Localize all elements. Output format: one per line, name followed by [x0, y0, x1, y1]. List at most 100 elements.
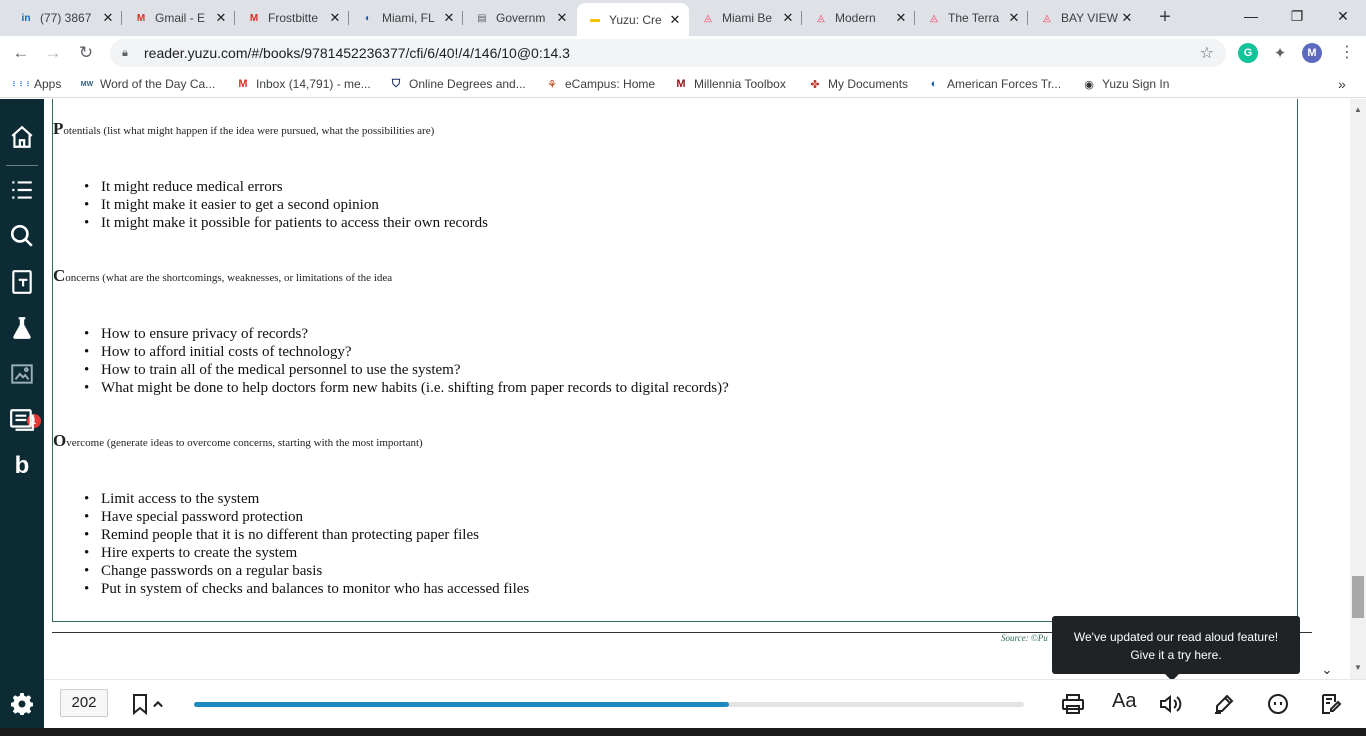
- list-item: How to ensure privacy of records?: [84, 325, 729, 343]
- bookmark-7[interactable]: ◐ American Forces Tr...: [927, 76, 1061, 92]
- tab-3[interactable]: ◐ Miami, FL ✕: [350, 3, 463, 33]
- bookmark-label: American Forces Tr...: [947, 77, 1062, 91]
- grammarly-icon[interactable]: G: [1238, 43, 1258, 63]
- reader-bottom-bar: 202 Aa: [44, 679, 1366, 728]
- close-tab-icon[interactable]: ✕: [1006, 10, 1022, 26]
- bookmark-3[interactable]: ⛉ Online Degrees and...: [389, 76, 526, 92]
- image-gallery-button[interactable]: [7, 359, 37, 389]
- flashcards-button[interactable]: [7, 267, 37, 297]
- bullet-list: Limit access to the systemHave special p…: [84, 490, 529, 598]
- bookmark-8[interactable]: ◉ Yuzu Sign In: [1082, 76, 1169, 92]
- font-settings-button[interactable]: Aa: [1112, 690, 1136, 713]
- forward-button[interactable]: →: [40, 40, 66, 66]
- list-item: Limit access to the system: [84, 490, 529, 508]
- print-button[interactable]: [1059, 690, 1087, 718]
- settings-button[interactable]: [0, 679, 44, 728]
- section-initial: C: [53, 266, 66, 285]
- list-item: How to train all of the medical personne…: [84, 361, 729, 379]
- list-item: What might be done to help doctors form …: [84, 379, 729, 397]
- tab-6[interactable]: ◬ Miami Be ✕: [690, 3, 802, 33]
- collapse-button[interactable]: ⌄: [1314, 660, 1340, 680]
- search-button[interactable]: [7, 221, 37, 251]
- notes-button[interactable]: [7, 405, 37, 435]
- minimize-button[interactable]: —: [1228, 4, 1274, 28]
- gear-icon: [11, 692, 33, 715]
- airbnb-icon: ◬: [930, 12, 938, 24]
- close-tab-icon[interactable]: ✕: [441, 10, 457, 26]
- airbnb-icon: ◬: [704, 12, 712, 24]
- bookmarks-overflow-button[interactable]: »: [1338, 76, 1346, 92]
- documents-icon: ✤: [810, 78, 820, 91]
- bookmark-4[interactable]: ⚘ eCampus: Home: [545, 76, 655, 92]
- tab-separator: [914, 11, 915, 25]
- close-tab-icon[interactable]: ✕: [100, 10, 116, 26]
- bookmark-label: My Documents: [828, 77, 909, 91]
- chevron-down-icon: ⌄: [1321, 662, 1333, 677]
- home-button[interactable]: [7, 122, 37, 152]
- close-tab-icon[interactable]: ✕: [554, 10, 570, 26]
- tab-separator: [801, 11, 802, 25]
- gmail-icon: M: [249, 12, 259, 24]
- tab-5[interactable]: ▬ Yuzu: Cre ✕: [577, 3, 689, 36]
- reload-icon: ↻: [78, 43, 94, 62]
- lab-button[interactable]: [7, 313, 37, 343]
- read-aloud-button[interactable]: [1156, 690, 1184, 718]
- close-tab-icon[interactable]: ✕: [327, 10, 343, 26]
- tab-separator: [1027, 11, 1028, 25]
- help-chat-button[interactable]: [1264, 690, 1292, 718]
- section-heading-text: oncerns (what are the shortcomings, weak…: [65, 272, 393, 284]
- home-icon: [11, 125, 33, 148]
- tab-9[interactable]: ◬ BAY VIEW ✕: [1029, 3, 1141, 33]
- back-button[interactable]: ←: [8, 40, 34, 66]
- table-of-contents-button[interactable]: [7, 175, 37, 205]
- reload-button[interactable]: ↻: [73, 40, 99, 66]
- scroll-up-icon[interactable]: ▲: [1354, 105, 1362, 114]
- browser-menu-button[interactable]: ⋮: [1334, 40, 1360, 66]
- bookmark-6[interactable]: ✤ My Documents: [808, 76, 908, 92]
- close-tab-icon[interactable]: ✕: [893, 10, 909, 26]
- notebook-button[interactable]: [1317, 690, 1345, 718]
- bookmark-0[interactable]: ⋮⋮⋮ Apps: [11, 76, 62, 92]
- close-tab-icon[interactable]: ✕: [780, 10, 796, 26]
- close-tab-icon[interactable]: ✕: [1119, 10, 1135, 26]
- tab-4[interactable]: ▤ Governm ✕: [464, 3, 576, 33]
- bookmark-star-icon[interactable]: ☆: [1200, 43, 1214, 63]
- source-caption: Source: ©Pu: [1001, 633, 1048, 643]
- bookmark-1[interactable]: MW Word of the Day Ca...: [80, 76, 215, 92]
- scroll-down-icon[interactable]: ▼: [1354, 663, 1362, 672]
- bartleby-logo[interactable]: b: [7, 451, 37, 481]
- tooltip-line-2: Give it a try here.: [1130, 648, 1222, 662]
- highlighter-button[interactable]: [1210, 690, 1238, 718]
- expand-bookmarks-button[interactable]: [148, 690, 168, 718]
- os-taskbar: [0, 728, 1366, 736]
- tab-0[interactable]: in (77) 3867 ✕: [8, 3, 122, 33]
- tab-title: Yuzu: Cre: [609, 12, 662, 27]
- puzzle-icon[interactable]: ✦: [1270, 43, 1290, 63]
- tab-2[interactable]: M Frostbitte ✕: [236, 3, 349, 33]
- profile-avatar[interactable]: M: [1302, 43, 1322, 63]
- bookmark-label: Online Degrees and...: [409, 77, 526, 91]
- close-window-button[interactable]: ✕: [1320, 4, 1366, 28]
- new-tab-button[interactable]: +: [1154, 6, 1176, 28]
- linkedin-icon: in: [21, 12, 31, 24]
- notebook-edit-icon: [1322, 694, 1342, 714]
- tab-7[interactable]: ◬ Modern ✕: [803, 3, 915, 33]
- url-text[interactable]: reader.yuzu.com/#/books/9781452236377/cf…: [144, 45, 570, 61]
- bookmark-5[interactable]: M Millennia Toolbox: [674, 76, 785, 92]
- tab-title: Frostbitte: [268, 11, 319, 25]
- close-tab-icon[interactable]: ✕: [213, 10, 229, 26]
- tab-8[interactable]: ◬ The Terra ✕: [916, 3, 1028, 33]
- section-heading-text: otentials (list what might happen if the…: [63, 125, 435, 137]
- address-bar[interactable]: 🔒︎ reader.yuzu.com/#/books/9781452236377…: [110, 39, 1226, 67]
- read-aloud-tooltip[interactable]: We've updated our read aloud feature! Gi…: [1052, 616, 1300, 681]
- vertical-scrollbar[interactable]: ▲ ▼: [1350, 99, 1366, 679]
- reader-sidebar: 1 b: [0, 99, 44, 736]
- page-number-input[interactable]: 202: [60, 689, 108, 717]
- close-tab-icon[interactable]: ✕: [667, 12, 683, 28]
- reading-progress-bar[interactable]: [194, 702, 1024, 707]
- bookmark-2[interactable]: M Inbox (14,791) - me...: [236, 76, 370, 92]
- tab-1[interactable]: M Gmail - E ✕: [123, 3, 235, 33]
- maximize-button[interactable]: ❐: [1274, 4, 1320, 28]
- scrollbar-thumb[interactable]: [1352, 576, 1364, 618]
- section-heading-text: vercome (generate ideas to overcome conc…: [66, 437, 423, 449]
